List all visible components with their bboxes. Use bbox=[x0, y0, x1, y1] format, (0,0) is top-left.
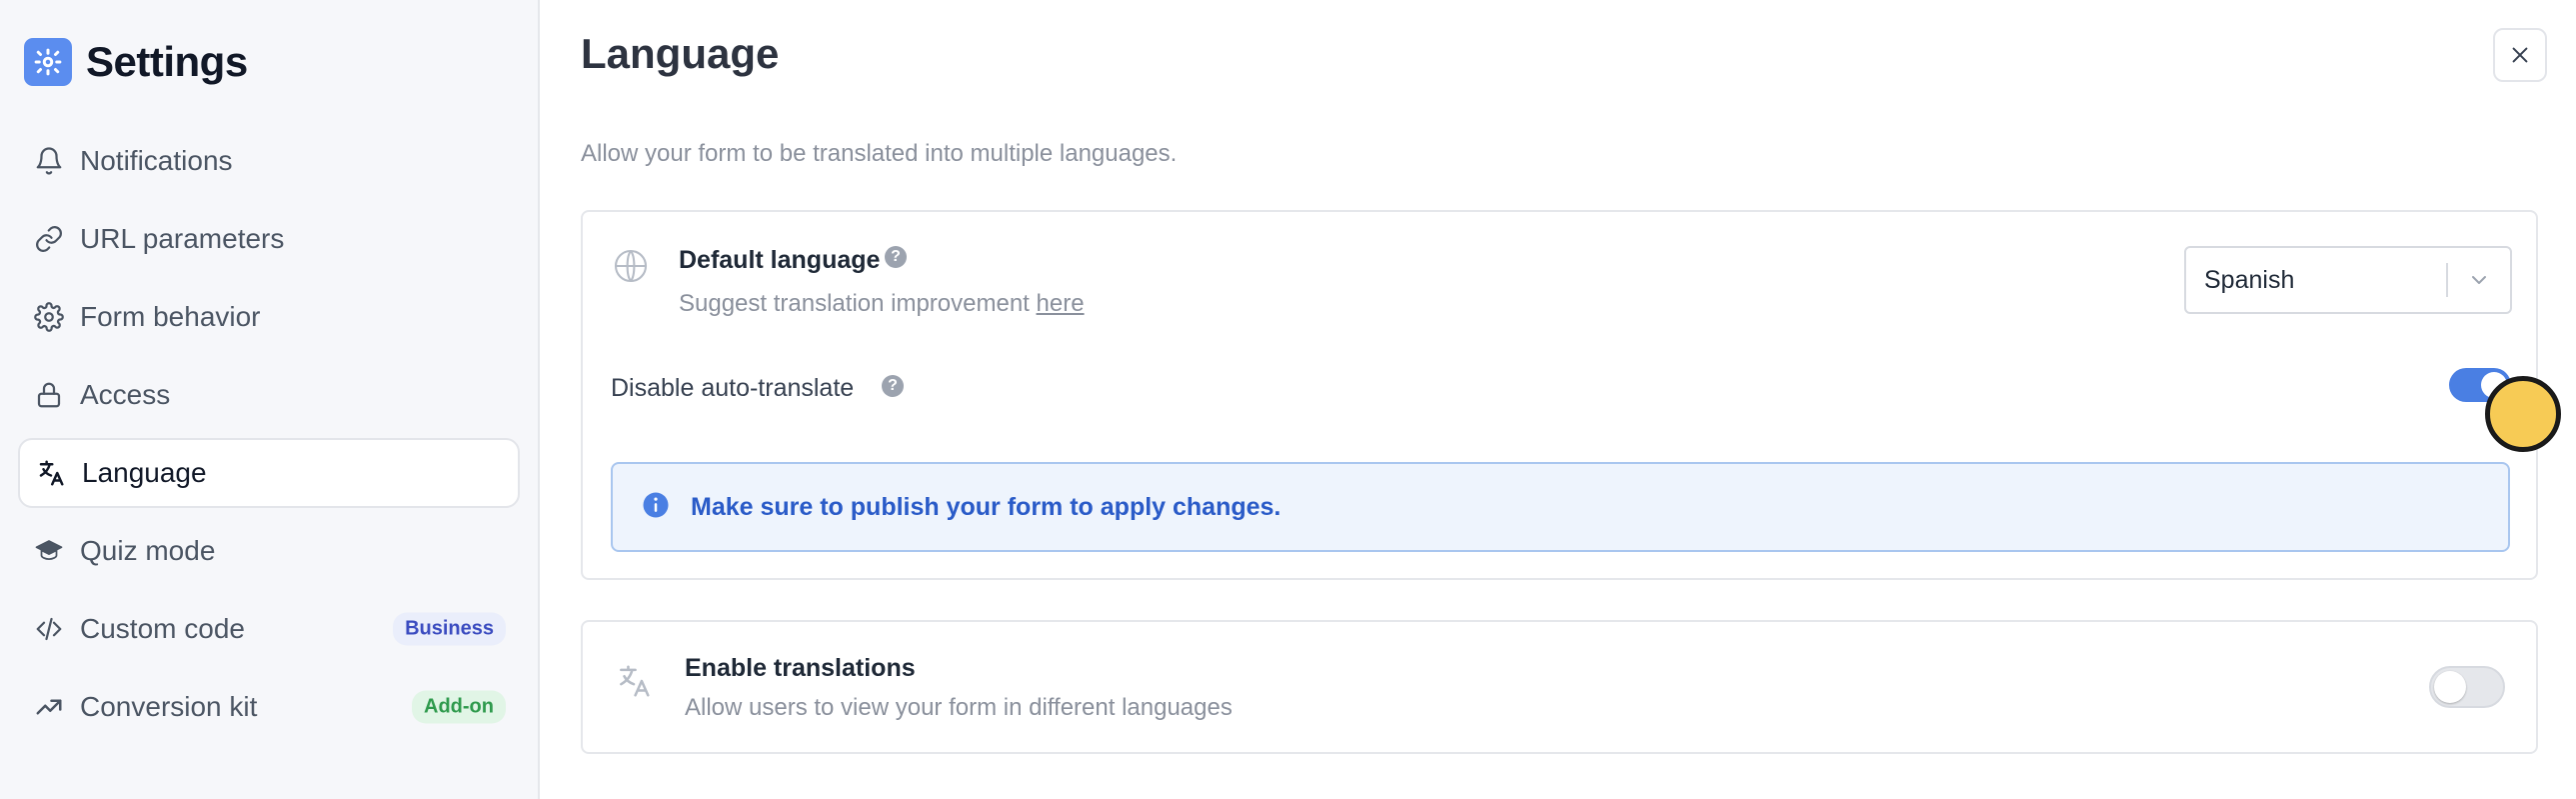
enable-translations-label: Enable translations bbox=[685, 654, 916, 682]
help-icon[interactable]: ? bbox=[882, 375, 904, 397]
sidebar-item-label: Custom code bbox=[80, 613, 245, 644]
sidebar-item-label: Quiz mode bbox=[80, 535, 216, 566]
translate-icon bbox=[615, 662, 653, 705]
bell-icon bbox=[32, 144, 66, 178]
close-icon bbox=[2512, 47, 2528, 63]
info-message: Make sure to publish your form to apply … bbox=[691, 492, 1282, 521]
sidebar-item-url-parameters[interactable]: URL parameters bbox=[18, 204, 520, 274]
sidebar-item-label: Access bbox=[80, 379, 171, 410]
toggle-knob bbox=[2434, 671, 2466, 703]
globe-icon bbox=[613, 248, 649, 289]
suggest-text: Suggest translation improvement bbox=[679, 290, 1037, 317]
default-language-description: Suggest translation improvement here bbox=[679, 290, 1085, 318]
page-title: Language bbox=[581, 30, 780, 77]
help-icon[interactable]: ? bbox=[885, 246, 907, 268]
info-icon bbox=[641, 490, 671, 525]
enable-translations-description: Allow users to view your form in differe… bbox=[685, 694, 1233, 721]
default-language-label: Default language bbox=[679, 246, 881, 274]
business-badge: Business bbox=[393, 612, 506, 646]
sidebar-item-language[interactable]: Language bbox=[18, 438, 520, 508]
settings-app: Settings Notifications URL parameters Fo… bbox=[0, 0, 2576, 799]
selected-language: Spanish bbox=[2204, 265, 2295, 294]
page-subtitle: Allow your form to be translated into mu… bbox=[581, 140, 1178, 167]
sidebar-item-notifications[interactable]: Notifications bbox=[18, 126, 520, 196]
suggest-here-link[interactable]: here bbox=[1037, 290, 1085, 317]
sidebar-nav: Notifications URL parameters Form behavi… bbox=[18, 126, 520, 750]
publish-info-banner: Make sure to publish your form to apply … bbox=[611, 462, 2510, 552]
default-language-select[interactable]: Spanish bbox=[2184, 246, 2512, 314]
sidebar-title: Settings bbox=[86, 38, 248, 85]
graduation-cap-icon bbox=[32, 534, 66, 568]
close-button[interactable] bbox=[2493, 28, 2547, 82]
toggle-knob bbox=[2481, 372, 2507, 398]
sidebar-item-label: Conversion kit bbox=[80, 691, 258, 722]
gear-icon bbox=[32, 300, 66, 334]
lock-icon bbox=[32, 378, 66, 412]
settings-gear-icon bbox=[24, 38, 72, 86]
sidebar-brand: Settings bbox=[24, 38, 248, 86]
sidebar-item-conversion-kit[interactable]: Conversion kit Add-on bbox=[18, 672, 520, 742]
enable-translations-card: Enable translations Allow users to view … bbox=[581, 620, 2538, 754]
add-on-badge: Add-on bbox=[412, 690, 506, 724]
sidebar-item-label: Form behavior bbox=[80, 301, 261, 332]
disable-auto-translate-toggle[interactable] bbox=[2449, 368, 2511, 402]
default-language-card: Default language ? Suggest translation i… bbox=[581, 210, 2561, 580]
sidebar-item-quiz-mode[interactable]: Quiz mode bbox=[18, 516, 520, 586]
sidebar-item-form-behavior[interactable]: Form behavior bbox=[18, 282, 520, 352]
sidebar-item-label: Notifications bbox=[80, 145, 233, 176]
disable-auto-translate-label: Disable auto-translate bbox=[611, 374, 855, 402]
link-icon bbox=[32, 222, 66, 256]
main-panel: Language Allow your form to be translate… bbox=[581, 0, 2561, 799]
trending-up-icon bbox=[32, 690, 66, 724]
sidebar-item-label: URL parameters bbox=[80, 223, 285, 254]
sidebar: Settings Notifications URL parameters Fo… bbox=[0, 0, 540, 799]
sidebar-item-access[interactable]: Access bbox=[18, 360, 520, 430]
enable-translations-toggle[interactable] bbox=[2429, 666, 2505, 708]
sidebar-item-custom-code[interactable]: Custom code Business bbox=[18, 594, 520, 664]
translate-icon bbox=[34, 456, 68, 490]
code-icon bbox=[32, 612, 66, 646]
chevron-down-icon bbox=[2448, 268, 2510, 292]
sidebar-item-label: Language bbox=[82, 457, 207, 488]
